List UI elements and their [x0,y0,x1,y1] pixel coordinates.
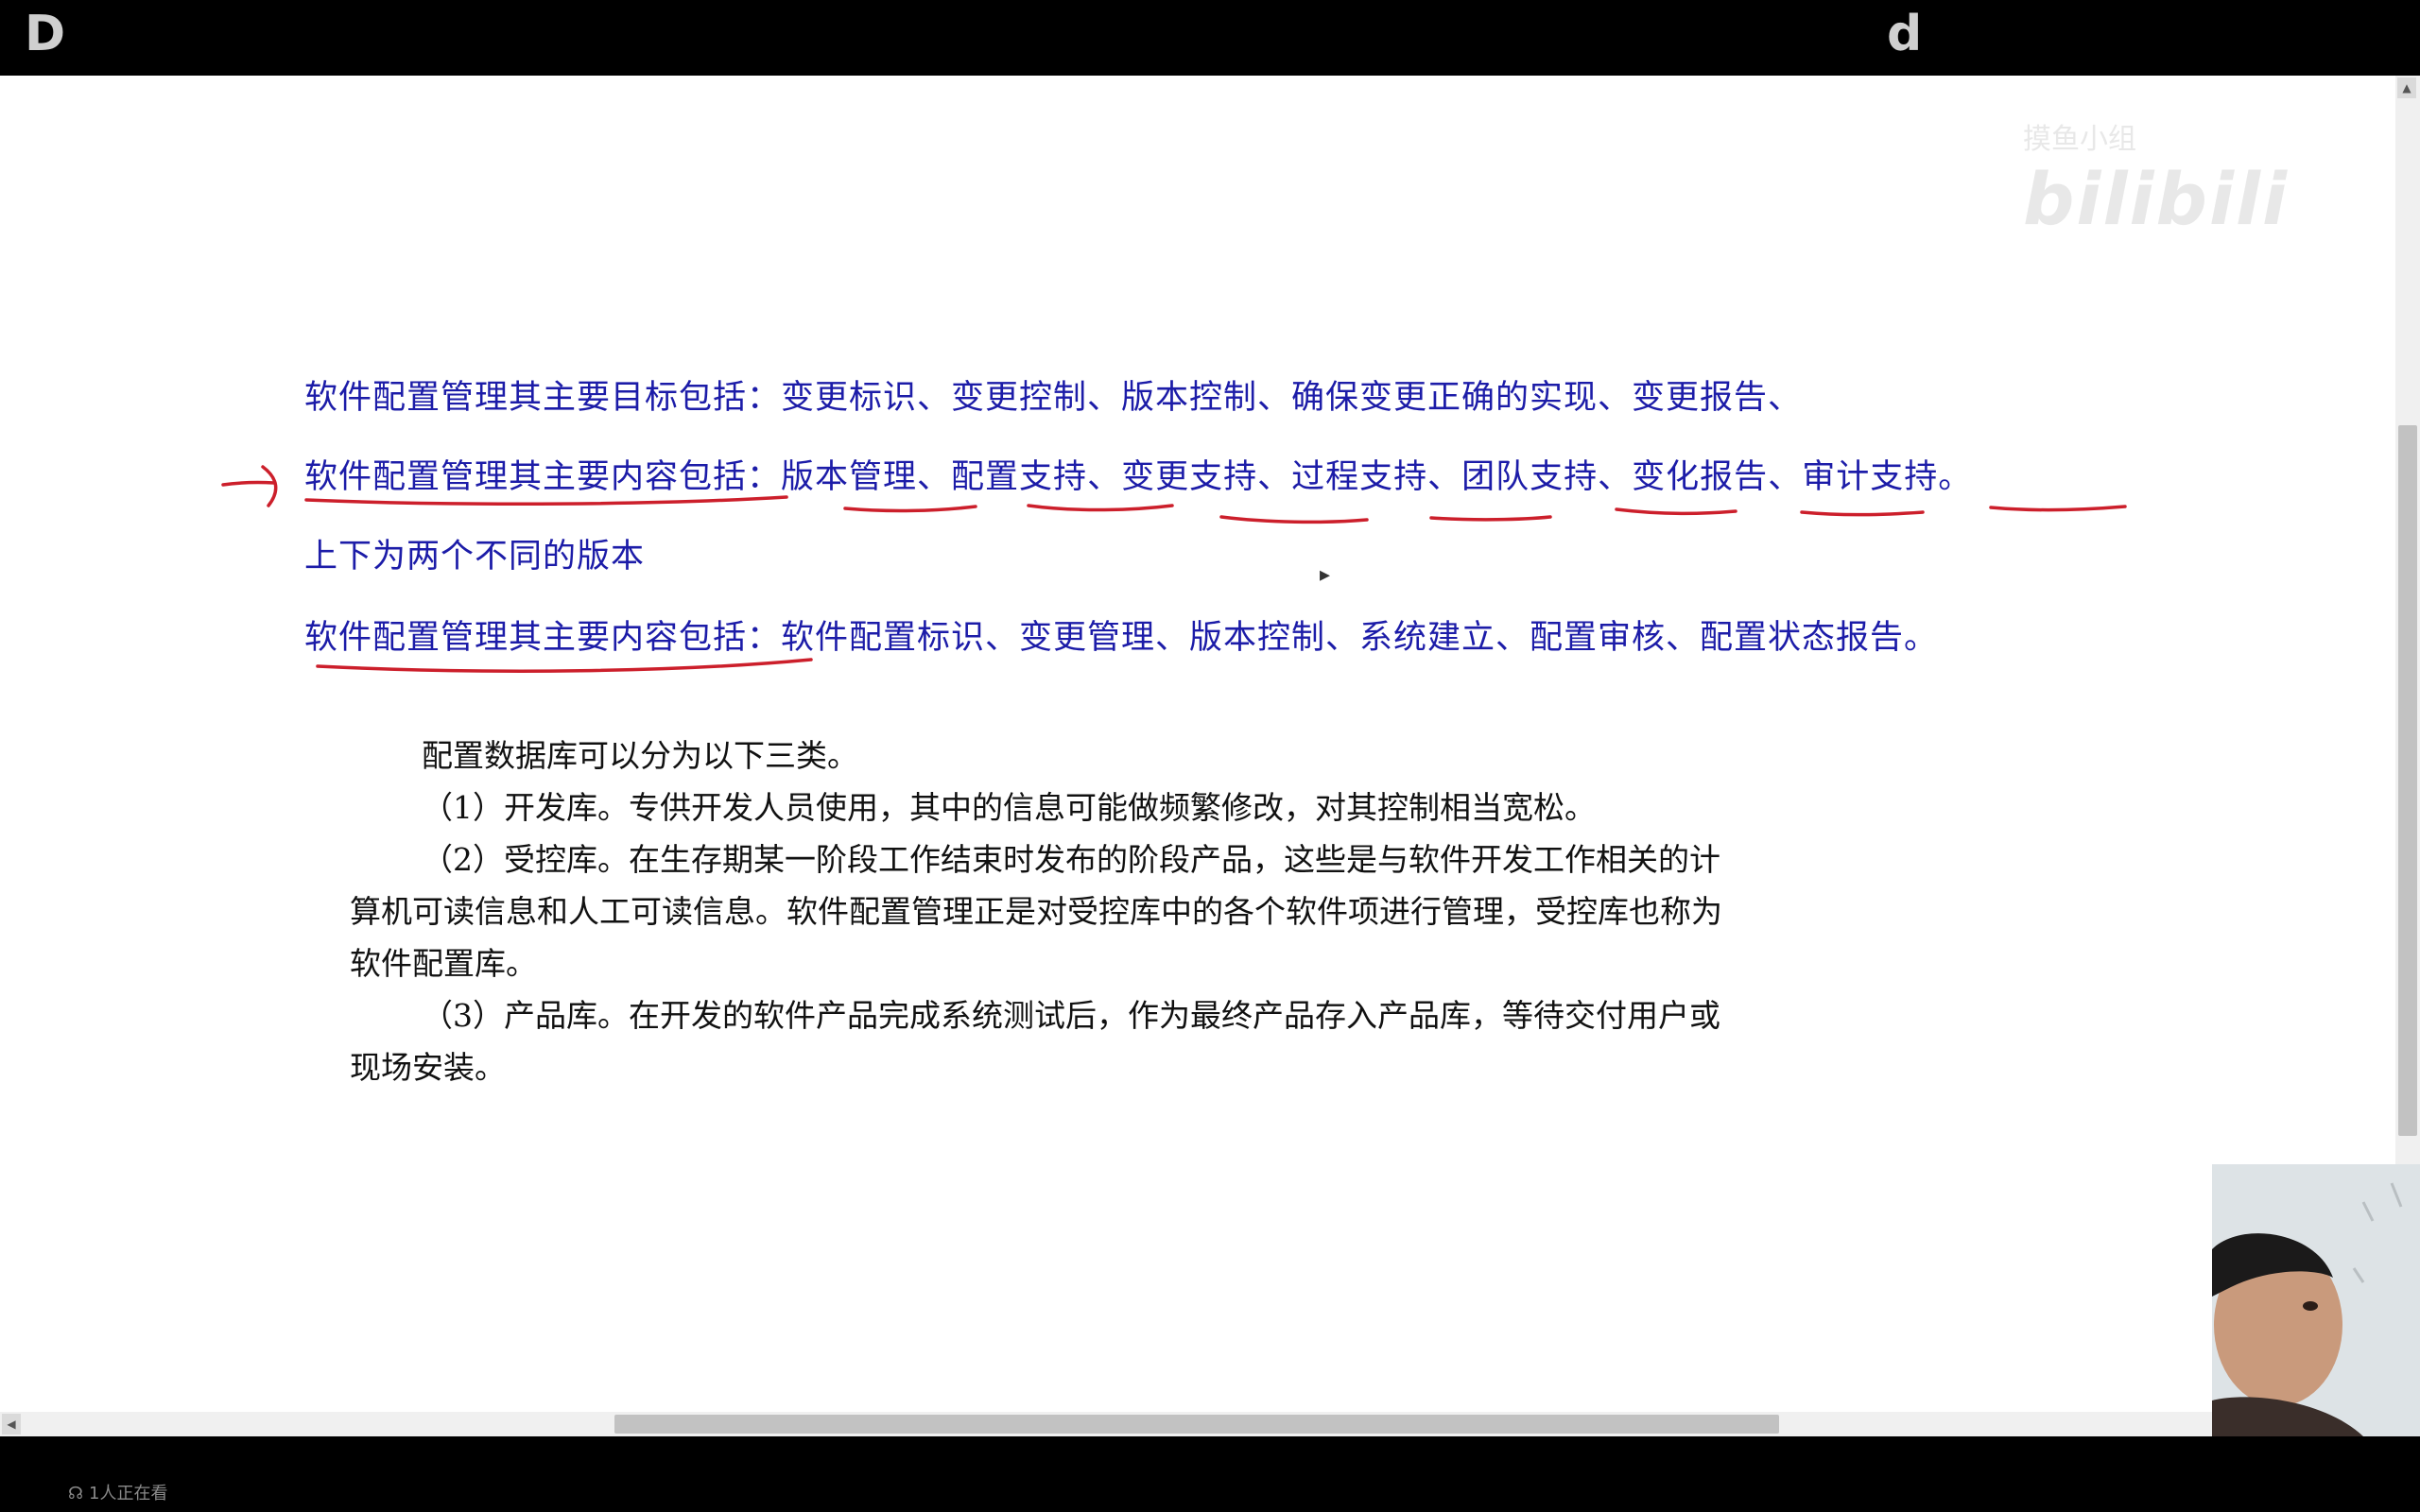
viewer-count-text: 1人正在看 [89,1484,168,1503]
webcam-overlay [2212,1164,2420,1436]
content-item: 变更支持 [1121,458,1258,496]
contents-rest: 软件配置标识、变更管理、版本控制、系统建立、配置审核、配置状态报告。 [781,619,1939,657]
separator: 、 [1768,458,1803,496]
config-db-intro: 配置数据库可以分为以下三类。 [422,737,858,774]
content-item: 变化报告 [1632,458,1769,496]
underline-item-6 [1800,510,1925,517]
content-item: 配置支持 [951,458,1088,496]
content-item: 过程支持 [1291,458,1428,496]
document-page: 摸鱼小组 bilibili 软件配置管理其主要目标包括：变更标识、变更控制、版本… [0,76,2395,1412]
horizontal-scrollbar[interactable]: ◀ [0,1412,2212,1436]
chevron-up-icon[interactable]: ▲ [2397,77,2416,98]
separator: 、 [917,458,952,496]
goals-line: 软件配置管理其主要目标包括：变更标识、变更控制、版本控制、确保变更正确的实现、变… [304,379,1803,417]
content-item: 团队支持 [1461,458,1599,496]
underline-item-3 [1219,515,1369,524]
bottom-bar: ☊ 1人正在看 [0,1436,2420,1512]
top-bar: D d [0,0,2420,76]
right-letter: d [1887,6,1923,62]
contents-prefix: 软件配置管理其主要内容包括： [304,619,782,657]
arrow-head-annotation [261,465,278,507]
config-db-item-2: （2）受控库。在生存期某一阶段工作结束时发布的阶段产品，这些是与软件开发工作相关… [350,841,1722,982]
chevron-left-icon[interactable]: ◀ [2,1414,21,1435]
underline-item-5 [1615,507,1737,516]
underline-item-1 [843,505,977,513]
underline-item-2 [1027,504,1174,512]
vertical-scroll-thumb[interactable] [2398,425,2417,1136]
users-icon: ☊ [68,1484,83,1503]
presenter-image [2212,1164,2420,1436]
underline-prefix-v1 [304,495,788,507]
separator: 、 [1087,458,1122,496]
arrow-annotation [221,480,276,487]
underline-prefix-v2 [316,658,813,673]
bilibili-logo: bilibili [2023,157,2290,241]
contents-prefix: 软件配置管理其主要内容包括： [304,458,782,496]
line-end: 。 [1938,458,1973,496]
separator: 、 [1257,458,1292,496]
config-db-section: 配置数据库可以分为以下三类。 （1）开发库。专供开发人员使用，其中的信息可能做频… [350,730,1730,1093]
viewer-count: ☊ 1人正在看 [68,1480,167,1504]
underline-item-7 [1989,505,2127,512]
config-db-item-3: （3）产品库。在开发的软件产品完成系统测试后，作为最终产品存入产品库，等待交付用… [350,997,1720,1086]
contents-line-v1: 软件配置管理其主要内容包括：版本管理、配置支持、变更支持、过程支持、团队支持、变… [304,450,1972,498]
horizontal-scroll-thumb[interactable] [614,1415,1779,1434]
content-item: 审计支持 [1802,458,1939,496]
separator: 、 [1598,458,1633,496]
watermark-small-text: 摸鱼小组 [2023,123,2136,156]
config-db-item-1: （1）开发库。专供开发人员使用，其中的信息可能做频繁修改，对其控制相当宽松。 [422,789,1596,826]
left-letter: D [25,6,66,62]
mouse-cursor-icon: ▸ [1320,563,1331,587]
version-note: 上下为两个不同的版本 [304,538,646,576]
underline-item-4 [1429,515,1552,522]
separator: 、 [1427,458,1462,496]
bilibili-watermark: 摸鱼小组 bilibili [2023,115,2395,241]
contents-line-v2: 软件配置管理其主要内容包括：软件配置标识、变更管理、版本控制、系统建立、配置审核… [304,610,1938,659]
content-item: 版本管理 [781,458,918,496]
